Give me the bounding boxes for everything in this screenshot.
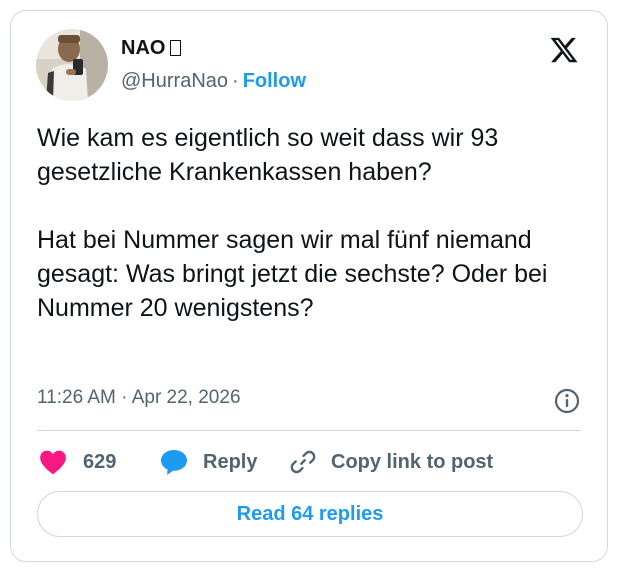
avatar-photo — [36, 29, 108, 101]
post-timestamp[interactable]: 11:26 AM · Apr 22, 2026 — [37, 387, 241, 409]
link-icon — [290, 450, 316, 474]
speech-bubble-icon — [161, 450, 187, 475]
post-text: Wie kam es eigentlich so weit dass wir 9… — [37, 121, 587, 325]
read-replies-button[interactable]: Read 64 replies — [37, 491, 583, 537]
avatar[interactable] — [36, 29, 108, 101]
follow-link[interactable]: Follow — [243, 70, 306, 92]
post-paragraph: Wie kam es eigentlich so weit dass wir 9… — [37, 124, 499, 186]
like-count: 629 — [83, 450, 117, 473]
copy-link-button[interactable]: Copy link to post — [289, 444, 493, 480]
divider — [37, 430, 581, 431]
x-logo-icon[interactable] — [549, 35, 579, 65]
author-meta: @HurraNao · Follow — [121, 70, 306, 93]
author-name-text: NAO — [121, 37, 166, 59]
emoji-placeholder-icon — [170, 40, 182, 56]
info-icon[interactable] — [553, 387, 581, 415]
separator-dot: · — [232, 70, 239, 92]
author-name[interactable]: NAO — [121, 37, 182, 60]
post-paragraph: Hat bei Nummer sagen wir mal fünf nieman… — [37, 226, 548, 322]
author-handle[interactable]: @HurraNao — [121, 70, 228, 92]
reply-label: Reply — [203, 450, 258, 473]
reply-button[interactable]: Reply — [159, 444, 257, 480]
copy-link-label: Copy link to post — [331, 450, 494, 473]
like-button[interactable]: 629 — [39, 444, 116, 480]
embedded-post-card: NAO @HurraNao · Follow Wie kam es eigentli… — [10, 10, 608, 562]
heart-icon — [40, 450, 66, 475]
